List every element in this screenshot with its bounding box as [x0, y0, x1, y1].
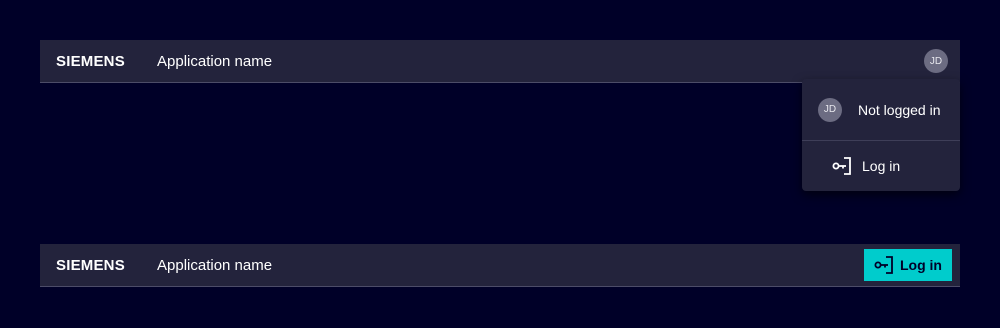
- brand-logo[interactable]: SIEMENS: [56, 53, 157, 70]
- brand-logo[interactable]: SIEMENS: [56, 257, 157, 274]
- bottom-application-header: SIEMENS Application name Log in: [40, 244, 960, 287]
- page: SIEMENS Application name JD JD Not logge…: [0, 0, 1000, 328]
- login-status: Not logged in: [858, 101, 941, 118]
- app-name: Application name: [157, 52, 273, 70]
- login-icon: [874, 255, 894, 275]
- user-avatar-button[interactable]: JD: [924, 49, 948, 73]
- log-in-button[interactable]: Log in: [864, 249, 952, 281]
- app-name: Application name: [157, 256, 273, 274]
- login-icon: [832, 156, 852, 176]
- log-in-button-label: Log in: [900, 257, 942, 273]
- user-info-row: JD Not logged in: [802, 79, 960, 141]
- avatar-initials: JD: [823, 104, 837, 115]
- avatar-initials: JD: [929, 55, 943, 67]
- menu-item-log-in[interactable]: Log in: [802, 141, 960, 191]
- menu-item-label: Log in: [862, 158, 901, 174]
- user-menu-dropdown: JD Not logged in Log in: [802, 79, 960, 191]
- user-menu-avatar: JD: [818, 97, 842, 122]
- top-application-header: SIEMENS Application name JD: [40, 40, 960, 83]
